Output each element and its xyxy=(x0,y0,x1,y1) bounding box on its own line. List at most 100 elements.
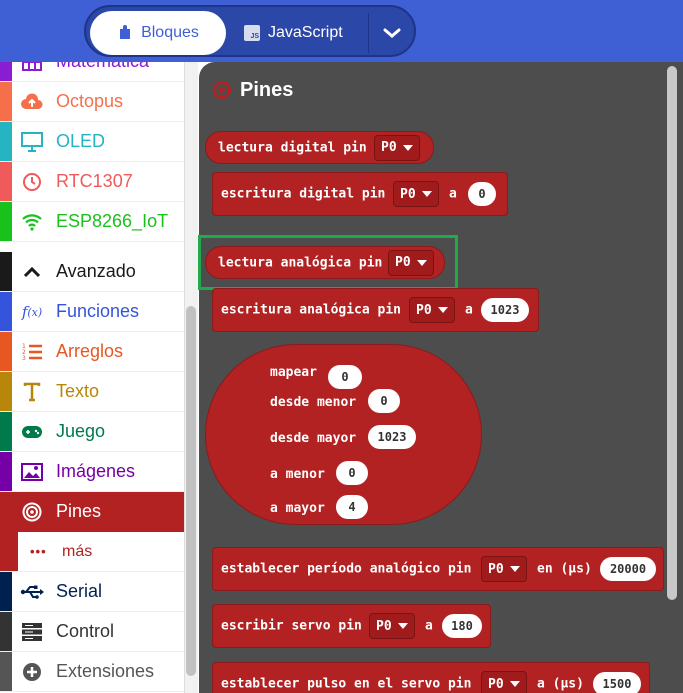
sidebar-item-extensiones[interactable]: Extensiones xyxy=(0,652,184,692)
value-input[interactable]: 1023 xyxy=(368,425,416,449)
sidebar-item-label: ESP8266_IoT xyxy=(56,211,169,231)
pin-value: P0 xyxy=(416,302,432,318)
value-input[interactable]: 0 xyxy=(336,461,368,485)
sidebar-item-arreglos[interactable]: 123 Arreglos xyxy=(0,332,184,372)
block-digital-read[interactable]: lectura digital pin P0 xyxy=(205,131,434,164)
caret-down-icon xyxy=(509,566,520,572)
block-label: lectura digital pin xyxy=(218,140,367,155)
sidebar-item-matematica[interactable]: Matemática xyxy=(0,62,184,82)
block-label: escritura digital pin xyxy=(221,186,386,202)
target-icon xyxy=(20,501,44,523)
block-label: establecer período analógico pin xyxy=(221,561,472,577)
pin-dropdown[interactable]: P0 xyxy=(481,671,527,693)
category-color-strip xyxy=(0,372,12,411)
value-input[interactable]: 0 xyxy=(368,389,400,413)
javascript-mode-button[interactable]: JS JavaScript xyxy=(244,11,374,55)
sidebar-item-label: Octopus xyxy=(56,91,124,111)
sidebar-item-pines-mas[interactable]: ••• más xyxy=(0,532,184,572)
block-servo-write[interactable]: escribir servo pin P0 a 180 xyxy=(212,604,491,648)
js-file-icon: JS xyxy=(244,25,260,41)
category-color-strip xyxy=(0,572,12,611)
value-input[interactable]: 20000 xyxy=(600,557,656,581)
cloud-upload-icon xyxy=(20,91,44,113)
sidebar-item-label: Extensiones xyxy=(56,661,155,681)
sidebar-item-rtc1307[interactable]: RTC1307 xyxy=(0,162,184,202)
value-input[interactable]: 180 xyxy=(442,614,482,638)
sidebar-item-label: OLED xyxy=(56,131,106,151)
pin-value: P0 xyxy=(400,186,416,202)
block-label: desde mayor xyxy=(270,431,357,446)
mode-menu-button[interactable] xyxy=(374,19,410,47)
grid-icon xyxy=(20,62,44,73)
blocks-mode-button[interactable]: Bloques xyxy=(90,11,226,55)
mode-divider xyxy=(368,13,369,53)
chevron-down-icon xyxy=(383,28,401,38)
gamepad-icon xyxy=(20,421,44,443)
sidebar-item-label: Juego xyxy=(56,421,106,441)
category-color-strip xyxy=(0,292,12,331)
block-label: desde menor xyxy=(270,395,357,410)
block-label: en (µs) xyxy=(537,561,592,577)
sidebar-item-label: Arreglos xyxy=(56,341,124,361)
pin-value: P0 xyxy=(381,140,397,155)
monitor-icon xyxy=(20,131,44,153)
sidebar-item-juego[interactable]: Juego xyxy=(0,412,184,452)
value-input[interactable]: 1500 xyxy=(593,672,641,693)
chevron-up-icon xyxy=(20,261,44,283)
caret-down-icon xyxy=(402,144,413,151)
value-input[interactable]: 0 xyxy=(468,182,496,206)
block-map[interactable]: mapear 0 desde menor 0 desde mayor 1023 … xyxy=(205,344,482,525)
sidebar-item-funciones[interactable]: f (x) Funciones xyxy=(0,292,184,332)
sidebar-item-texto[interactable]: Texto xyxy=(0,372,184,412)
sidebar-item-octopus[interactable]: Octopus xyxy=(0,82,184,122)
caret-down-icon xyxy=(397,623,408,629)
pin-value: P0 xyxy=(488,561,504,577)
pin-dropdown[interactable]: P0 xyxy=(374,134,420,161)
highlight-box xyxy=(198,235,458,290)
pin-dropdown[interactable]: P0 xyxy=(393,181,439,207)
numbered-list-icon: 123 xyxy=(20,341,44,363)
sidebar-item-avanzado[interactable]: Avanzado xyxy=(0,252,184,292)
sidebar-item-serial[interactable]: Serial xyxy=(0,572,184,612)
sidebar-item-control[interactable]: Control xyxy=(0,612,184,652)
sidebar-item-esp8266-iot[interactable]: ESP8266_IoT xyxy=(0,202,184,242)
pin-dropdown[interactable]: P0 xyxy=(481,556,527,582)
category-color-strip xyxy=(0,492,12,531)
block-digital-write[interactable]: escritura digital pin P0 a 0 xyxy=(212,172,508,216)
sidebar-item-label: más xyxy=(62,542,93,560)
svg-text:3: 3 xyxy=(22,355,26,362)
block-set-analog-period[interactable]: establecer período analógico pin P0 en (… xyxy=(212,547,664,591)
sidebar-item-label: Imágenes xyxy=(56,461,136,481)
value-input[interactable]: 1023 xyxy=(481,298,529,322)
value-input[interactable]: 0 xyxy=(328,365,362,389)
sidebar-item-label: Avanzado xyxy=(56,261,136,281)
more-dots-icon: ••• xyxy=(30,544,47,559)
sidebar-item-pines[interactable]: Pines xyxy=(0,492,184,532)
sidebar-item-oled[interactable]: OLED xyxy=(0,122,184,162)
block-label: a xyxy=(449,186,457,202)
sidebar-scrollbar-thumb[interactable] xyxy=(186,306,196,676)
category-color-strip xyxy=(0,332,12,371)
category-color-strip xyxy=(0,452,12,491)
text-icon xyxy=(20,381,44,403)
flyout-title: Pines xyxy=(240,79,294,101)
server-icon xyxy=(20,621,44,643)
block-servo-pulse[interactable]: establecer pulso en el servo pin P0 a (µ… xyxy=(212,662,650,693)
category-color-strip xyxy=(0,252,12,291)
value-input[interactable]: 4 xyxy=(336,495,368,519)
sidebar-item-imagenes[interactable]: Imágenes xyxy=(0,452,184,492)
category-color-strip xyxy=(0,412,12,451)
block-label: a mayor xyxy=(270,501,325,516)
sidebar-item-label: Serial xyxy=(56,581,103,601)
pin-dropdown[interactable]: P0 xyxy=(369,613,415,639)
block-label: a menor xyxy=(270,467,325,482)
caret-down-icon xyxy=(437,307,448,313)
category-color-strip xyxy=(0,202,12,241)
block-label: a (µs) xyxy=(537,676,584,692)
image-icon xyxy=(20,461,44,483)
category-color-strip xyxy=(0,652,12,691)
javascript-mode-label: JavaScript xyxy=(268,24,343,41)
block-analog-write[interactable]: escritura analógica pin P0 a 1023 xyxy=(212,288,539,332)
pin-dropdown[interactable]: P0 xyxy=(409,297,455,323)
flyout-scrollbar[interactable] xyxy=(667,66,677,600)
